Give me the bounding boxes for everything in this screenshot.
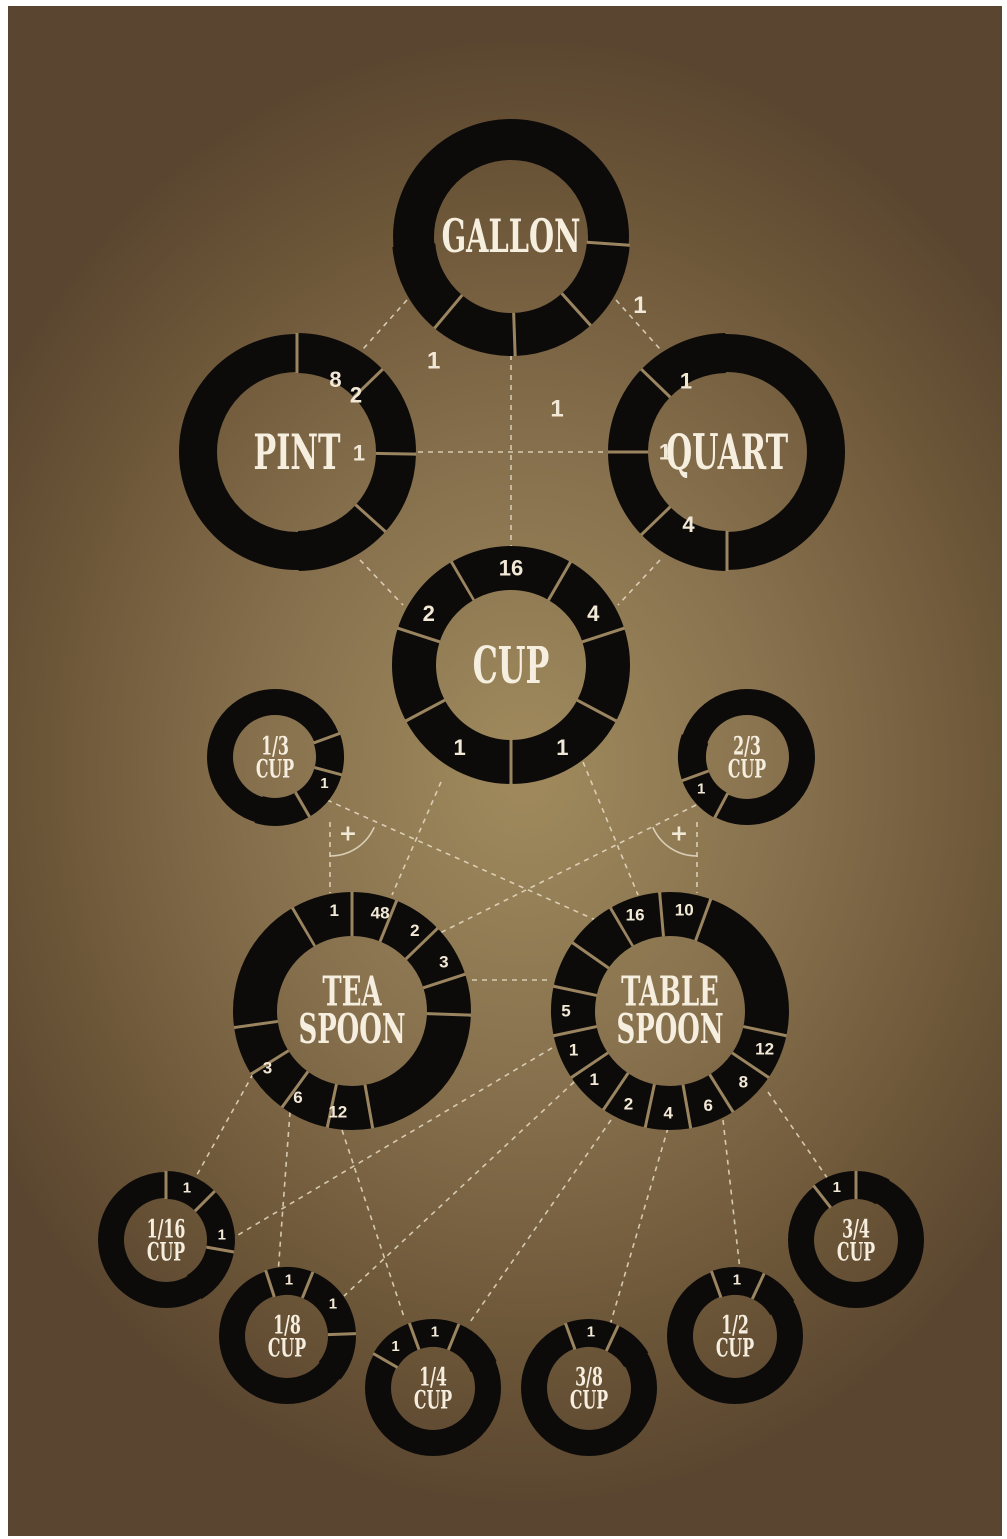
segment-divider bbox=[375, 451, 417, 456]
ratio-value: 2 bbox=[624, 1095, 633, 1114]
connector-line bbox=[192, 1064, 259, 1183]
ratio-value: 2 bbox=[350, 383, 362, 408]
ratio-value: 1 bbox=[453, 735, 465, 760]
connector-line bbox=[277, 1111, 291, 1275]
ratio-value: 1 bbox=[589, 1070, 598, 1089]
unit-name: CUP bbox=[570, 1385, 608, 1415]
ratio-value: 1 bbox=[353, 441, 365, 466]
plus-sign: + bbox=[670, 822, 688, 847]
connector-line bbox=[582, 761, 639, 896]
ratio-value: 1 bbox=[550, 395, 563, 422]
poster-background: + + 1 1 1 GALLON 8 2 1 PINT 4 1 1 QUART 16 4 1 1 2 CUP 1 1/3… bbox=[8, 6, 1002, 1536]
ratio-value: 1 bbox=[218, 1227, 226, 1244]
plus-sign: + bbox=[339, 822, 357, 847]
ratio-value: 6 bbox=[703, 1096, 712, 1115]
ratio-value: 1 bbox=[680, 368, 692, 393]
ring-quarter-cup: 111/4CUP bbox=[365, 1319, 501, 1456]
unit-name: CUP bbox=[473, 635, 550, 695]
ring-third-cup: 11/3CUP bbox=[207, 689, 345, 826]
ring-gallon: 1 1 1 GALLON bbox=[392, 119, 647, 422]
ratio-value: 4 bbox=[682, 512, 695, 537]
segment-divider bbox=[512, 312, 517, 356]
ratio-value: 1 bbox=[697, 781, 705, 798]
unit-name: CUP bbox=[256, 754, 294, 784]
segment-divider bbox=[327, 1332, 357, 1337]
unit-name: CUP bbox=[728, 754, 766, 784]
ratio-value: 16 bbox=[499, 556, 523, 581]
ring-tablespoon: 16 10128642115 TABLESPOON bbox=[551, 892, 789, 1130]
ratio-value: 3 bbox=[439, 953, 448, 972]
ring-pint: 82 1 PINT bbox=[179, 333, 417, 571]
ring-half-cup: 11/2CUP bbox=[667, 1267, 803, 1404]
ratio-value: 1 bbox=[833, 1179, 841, 1196]
ring-teaspoon: 1 48231263TEASPOON bbox=[233, 892, 471, 1130]
ring-three-eighths-cup: 13/8CUP bbox=[521, 1319, 657, 1456]
ratio-value: 3 bbox=[263, 1059, 272, 1078]
connector-line bbox=[467, 1119, 612, 1326]
unit-name: CUP bbox=[268, 1333, 306, 1363]
ratio-value: 2 bbox=[423, 601, 435, 626]
unit-name: CUP bbox=[716, 1333, 754, 1363]
ratio-value: 1 bbox=[391, 1338, 399, 1355]
connector-line bbox=[617, 559, 661, 606]
ratio-value: 1 bbox=[431, 1324, 439, 1341]
ratio-value: 1 bbox=[427, 347, 440, 374]
ratio-value: 8 bbox=[329, 367, 341, 392]
unit-name: SPOON bbox=[299, 1006, 406, 1054]
ratio-value: 16 bbox=[626, 906, 645, 925]
connector-line bbox=[359, 559, 404, 606]
unit-rings: 111GALLON821PINT411QUART164112CUP11/3CUP… bbox=[98, 119, 924, 1456]
ratio-value: 4 bbox=[663, 1103, 673, 1122]
connector-line bbox=[341, 1129, 406, 1321]
ratio-value: 1 bbox=[285, 1272, 293, 1289]
ratio-value: 1 bbox=[633, 292, 646, 319]
unit-name: CUP bbox=[837, 1237, 875, 1267]
connector-line bbox=[354, 299, 408, 359]
unit-name: QUART bbox=[666, 423, 788, 481]
unit-name: CUP bbox=[147, 1237, 185, 1267]
ratio-value: 10 bbox=[675, 900, 694, 919]
ratio-value: 1 bbox=[330, 901, 339, 920]
ring-three-quarters-cup: 13/4CUP bbox=[788, 1171, 924, 1308]
ratio-value: 1 bbox=[329, 1295, 337, 1312]
ratio-value: 1 bbox=[556, 735, 568, 760]
ring-cup: 16 4 1 1 2 CUP bbox=[391, 546, 630, 784]
unit-name: SPOON bbox=[617, 1006, 724, 1054]
conversion-diagram: + + 111GALLON821PINT411QUART164112CUP11/3… bbox=[98, 119, 924, 1456]
ratio-value: 8 bbox=[739, 1072, 748, 1091]
ratio-value: 1 bbox=[183, 1180, 191, 1197]
ratio-value: 12 bbox=[755, 1040, 774, 1059]
ratio-value: 12 bbox=[328, 1103, 347, 1122]
ring-two-thirds-cup: 12/3CUP bbox=[678, 689, 815, 825]
ratio-value: 6 bbox=[293, 1088, 302, 1107]
unit-name: CUP bbox=[414, 1385, 452, 1415]
connector-line bbox=[609, 1127, 669, 1326]
ring-quart: 411QUART bbox=[608, 333, 845, 571]
ratio-value: 5 bbox=[561, 1002, 570, 1021]
ratio-value: 1 bbox=[733, 1272, 741, 1289]
unit-name: GALLON bbox=[442, 210, 581, 264]
connector-line bbox=[391, 781, 442, 896]
ratio-value: 1 bbox=[587, 1324, 595, 1341]
ratio-value: 1 bbox=[569, 1040, 578, 1059]
ring-eighth-cup: 111/8CUP bbox=[219, 1267, 357, 1404]
segment-divider bbox=[426, 1012, 471, 1017]
ratio-value: 48 bbox=[371, 903, 390, 922]
ratio-value: 1 bbox=[320, 775, 328, 792]
connector-line bbox=[722, 1119, 741, 1271]
ring-sixteenth-cup: 111/16CUP bbox=[98, 1171, 236, 1308]
unit-name: PINT bbox=[253, 423, 340, 481]
ratio-value: 4 bbox=[587, 601, 600, 626]
ratio-value: 2 bbox=[410, 921, 419, 940]
connector-line bbox=[767, 1091, 831, 1183]
